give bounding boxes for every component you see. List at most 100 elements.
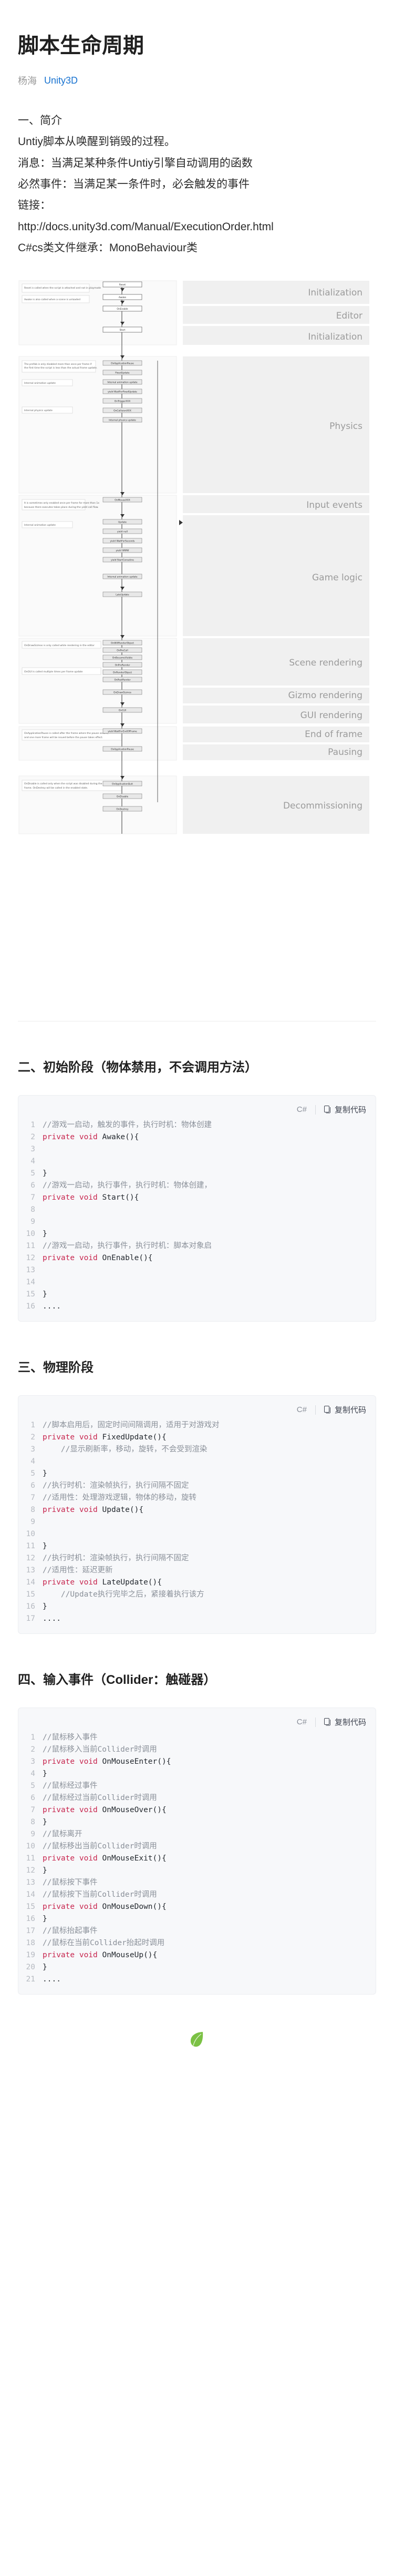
code-line: 8} bbox=[18, 1816, 376, 1828]
svg-text:Internal physics update: Internal physics update bbox=[24, 409, 53, 412]
svg-text:because there executes takes p: because there executes takes place durin… bbox=[24, 506, 99, 509]
code-line-text: //鼠标在当前Collider抬起时调用 bbox=[43, 1939, 165, 1948]
svg-text:Awake is also called when a sc: Awake is also called when a scene is unl… bbox=[24, 298, 80, 301]
phase-label-end-of-frame: End of frame bbox=[305, 729, 362, 740]
code-line-number: 14 bbox=[26, 1890, 35, 1899]
code-language-label: C# bbox=[296, 1405, 307, 1415]
code-line-text: private void OnMouseUp(){ bbox=[43, 1951, 158, 1960]
svg-text:OnMouseXXX: OnMouseXXX bbox=[115, 499, 130, 502]
code-line-text: //鼠标离开 bbox=[43, 1830, 82, 1839]
code-line-number: 3 bbox=[30, 1445, 35, 1454]
code-line: 1 //鼠标移入事件 bbox=[18, 1732, 376, 1744]
code-line-number: 10 bbox=[26, 1530, 35, 1539]
svg-text:OnWillRenderObject: OnWillRenderObject bbox=[111, 642, 134, 645]
article-page: 脚本生命周期 杨海 Unity3D 一、简介 Untiy脚本从唤醒到销毁的过程。… bbox=[0, 0, 394, 2576]
svg-text:OnGUI: OnGUI bbox=[119, 709, 126, 712]
code-line-number: 5 bbox=[30, 1782, 35, 1791]
code-toolbar-3: C# 复制代码 bbox=[18, 1401, 376, 1419]
code-line-number: 8 bbox=[30, 1205, 35, 1214]
code-line: 15 //Update执行完毕之后，紧接着执行该方 bbox=[18, 1589, 376, 1601]
code-line-number: 2 bbox=[30, 1745, 35, 1754]
code-line-text: } bbox=[43, 1169, 47, 1178]
svg-text:OnDrawGizmos is only called wh: OnDrawGizmos is only called while render… bbox=[24, 644, 95, 647]
copy-code-button-4[interactable]: 复制代码 bbox=[316, 1716, 366, 1727]
copy-icon bbox=[324, 1106, 331, 1113]
sections-container: 二、初始阶段（物体禁用，不会调用方法） C# 复制代码 1 //游戏一启动，触发的… bbox=[0, 976, 394, 1995]
code-lines-2: 1 //游戏一启动，触发的事件，执行时机：物体创建 2 private void Aw… bbox=[18, 1119, 376, 1313]
code-line: 11 private void OnMouseExit(){ bbox=[18, 1853, 376, 1865]
svg-text:and one more frame will be iss: and one more frame will be issued before… bbox=[24, 736, 103, 739]
code-line-number: 3 bbox=[30, 1757, 35, 1766]
svg-text:OnEnable: OnEnable bbox=[117, 308, 128, 311]
code-line-text: } bbox=[43, 1818, 47, 1827]
code-line-number: 11 bbox=[26, 1242, 35, 1251]
code-line-text: //适用性：延迟更新 bbox=[43, 1566, 113, 1575]
intro-link[interactable]: http://docs.unity3d.com/Manual/Execution… bbox=[18, 217, 376, 238]
code-line: 15} bbox=[18, 1289, 376, 1301]
svg-text:Internal animation update: Internal animation update bbox=[24, 382, 56, 385]
svg-text:OnDrawGizmos: OnDrawGizmos bbox=[113, 691, 132, 694]
code-line: 5 //鼠标经过事件 bbox=[18, 1780, 376, 1792]
copy-code-label: 复制代码 bbox=[334, 1406, 366, 1415]
svg-text:OnApplicationQuit: OnApplicationQuit bbox=[112, 783, 133, 786]
svg-text:Reset: Reset bbox=[119, 283, 126, 287]
code-line-number: 19 bbox=[26, 1951, 35, 1960]
svg-text:OnPreCull: OnPreCull bbox=[117, 649, 128, 652]
code-line-number: 21 bbox=[26, 1975, 35, 1984]
code-line: 11} bbox=[18, 1540, 376, 1552]
svg-text:yield StartCoroutine: yield StartCoroutine bbox=[111, 559, 134, 562]
code-line-number: 10 bbox=[26, 1842, 35, 1851]
copy-code-label: 复制代码 bbox=[334, 1106, 366, 1115]
code-line-text: //鼠标按下事件 bbox=[43, 1878, 98, 1887]
code-line: 15 private void OnMouseDown(){ bbox=[18, 1901, 376, 1913]
code-line-text: private void Awake(){ bbox=[43, 1133, 139, 1142]
copy-code-button-3[interactable]: 复制代码 bbox=[316, 1404, 366, 1415]
intro-paragraph: 一、简介 Untiy脚本从唤醒到销毁的过程。 消息：当满足某种条件Untiy引擎… bbox=[18, 110, 376, 259]
code-line-number: 6 bbox=[30, 1181, 35, 1190]
intro-line-0: 一、简介 bbox=[18, 115, 62, 127]
code-line-text: private void Start(){ bbox=[43, 1193, 139, 1202]
author-name: 杨海 bbox=[18, 76, 37, 86]
code-line-text: //游戏一启动，触发的事件，执行时机：物体创建 bbox=[43, 1121, 212, 1130]
code-line: 9 bbox=[18, 1516, 376, 1528]
intro-line-6: C#cs类文件继承：MonoBehaviour类 bbox=[18, 241, 198, 254]
phase-label-initialization-2: Initialization bbox=[308, 332, 362, 342]
code-line: 3 bbox=[18, 1143, 376, 1156]
code-line-number: 8 bbox=[30, 1506, 35, 1515]
code-line: 5} bbox=[18, 1168, 376, 1180]
byline: 杨海 Unity3D bbox=[18, 74, 376, 87]
code-line: 3 //显示刷新率，移动，旋转，不会受到渲染 bbox=[18, 1444, 376, 1456]
svg-text:Internal animation update: Internal animation update bbox=[24, 524, 56, 527]
leaf-icon bbox=[189, 2030, 205, 2048]
code-line-text: } bbox=[43, 1469, 47, 1478]
code-line: 2 private void Awake(){ bbox=[18, 1131, 376, 1143]
phase-label-input-events: Input events bbox=[306, 500, 362, 510]
code-line: 13 //适用性：延迟更新 bbox=[18, 1565, 376, 1577]
svg-text:Awake: Awake bbox=[119, 296, 126, 299]
phase-label-physics: Physics bbox=[329, 421, 362, 432]
code-line: 17.... bbox=[18, 1613, 376, 1625]
code-line-text: } bbox=[43, 1963, 47, 1972]
code-line-number: 2 bbox=[30, 1433, 35, 1442]
code-line-number: 9 bbox=[30, 1218, 35, 1226]
code-line-number: 12 bbox=[26, 1554, 35, 1563]
code-line-text: .... bbox=[43, 1302, 61, 1311]
code-line-number: 13 bbox=[26, 1266, 35, 1275]
category-tag[interactable]: Unity3D bbox=[44, 75, 78, 86]
code-block-2: C# 复制代码 1 //游戏一启动，触发的事件，执行时机：物体创建 2 private… bbox=[18, 1095, 376, 1322]
flowchart-svg: Reset is called when the script is attac… bbox=[0, 277, 394, 976]
code-line-number: 13 bbox=[26, 1878, 35, 1887]
copy-code-button-2[interactable]: 复制代码 bbox=[316, 1104, 366, 1115]
code-line-text: .... bbox=[43, 1975, 61, 1984]
code-line-text: //脚本启用后，固定时间间隔调用，适用于对游戏对 bbox=[43, 1421, 220, 1430]
code-line-number: 1 bbox=[30, 1121, 35, 1130]
code-line: 7 private void OnMouseOver(){ bbox=[18, 1804, 376, 1816]
phase-label-scene-rendering: Scene rendering bbox=[289, 658, 362, 668]
svg-text:Reset is called when the scrip: Reset is called when the script is attac… bbox=[24, 287, 101, 290]
code-line-number: 9 bbox=[30, 1830, 35, 1839]
code-line: 14 //鼠标按下当前Collider时调用 bbox=[18, 1889, 376, 1901]
code-line-text: .... bbox=[43, 1614, 61, 1623]
article-content: 一、简介 Untiy脚本从唤醒到销毁的过程。 消息：当满足某种条件Untiy引擎… bbox=[0, 89, 394, 259]
svg-text:LateUpdate: LateUpdate bbox=[116, 594, 129, 597]
code-line: 18 //鼠标在当前Collider抬起时调用 bbox=[18, 1937, 376, 1949]
